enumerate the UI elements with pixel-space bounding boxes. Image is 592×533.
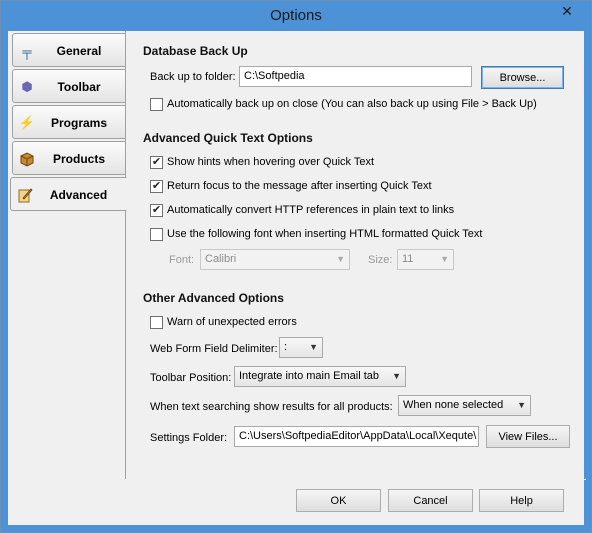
title-bar[interactable]: Options ✕ (1, 1, 591, 31)
use-font-checkbox[interactable]: Use the following font when inserting HT… (150, 226, 482, 242)
tab-label: Products (52, 152, 105, 166)
section-title-quicktext: Advanced Quick Text Options (143, 131, 313, 145)
size-select[interactable]: 11 ▼ (397, 249, 454, 270)
toolbar-position-value: Integrate into main Email tab (239, 370, 380, 382)
delimiter-select[interactable]: : ▼ (279, 337, 323, 358)
search-results-label: When text searching show results for all… (150, 401, 393, 413)
settings-folder-label: Settings Folder: (150, 432, 228, 444)
tab-advanced[interactable]: Advanced (10, 177, 127, 211)
general-settings-icon: ╤ (22, 43, 32, 59)
auto-convert-checkbox[interactable]: ✔ Automatically convert HTTP references … (150, 202, 454, 218)
show-hints-checkbox[interactable]: ✔ Show hints when hovering over Quick Te… (150, 154, 374, 170)
lightning-icon: ⚡ (18, 115, 36, 130)
checkbox-box[interactable] (150, 315, 163, 329)
delimiter-label: Web Form Field Delimiter: (150, 343, 278, 355)
toolbar-position-select[interactable]: Integrate into main Email tab ▼ (234, 366, 406, 387)
font-label: Font: (169, 254, 195, 266)
toolbar-icon: ⬢ (21, 79, 33, 94)
section-title-other: Other Advanced Options (143, 291, 284, 305)
backup-folder-label: Back up to folder: (150, 71, 236, 83)
chevron-down-icon: ▼ (440, 254, 449, 264)
window-title: Options (270, 7, 322, 24)
sidebar: ╤ General ⬢ Toolbar ⚡ Programs Products … (8, 31, 127, 479)
tab-programs[interactable]: ⚡ Programs (12, 105, 126, 139)
box-icon (18, 150, 36, 168)
chevron-down-icon: ▼ (392, 371, 401, 381)
backup-folder-input[interactable]: C:\Softpedia (239, 66, 472, 87)
tab-label: Advanced (49, 188, 108, 202)
font-select-value: Calibri (205, 253, 237, 265)
tab-label: Toolbar (57, 80, 101, 94)
use-font-label: Use the following font when inserting HT… (167, 228, 483, 240)
chevron-down-icon: ▼ (309, 342, 318, 352)
close-icon[interactable]: ✕ (549, 1, 585, 22)
browse-button[interactable]: Browse... (481, 66, 564, 89)
checkbox-box-checked[interactable]: ✔ (150, 155, 163, 169)
cancel-button[interactable]: Cancel (388, 489, 473, 512)
checkbox-box[interactable] (150, 97, 163, 111)
options-window: Options ✕ ╤ General ⬢ Toolbar ⚡ Programs… (0, 0, 592, 533)
search-results-select[interactable]: When none selected ▼ (398, 395, 531, 416)
section-title-backup: Database Back Up (143, 44, 248, 58)
auto-convert-label: Automatically convert HTTP references in… (167, 204, 455, 216)
tab-toolbar[interactable]: ⬢ Toolbar (12, 69, 126, 103)
tab-products[interactable]: Products (12, 141, 126, 175)
tab-label: Programs (50, 116, 108, 130)
ok-button[interactable]: OK (296, 489, 381, 512)
return-focus-label: Return focus to the message after insert… (167, 180, 432, 192)
divider (8, 479, 586, 480)
help-button[interactable]: Help (479, 489, 564, 512)
checkbox-box-checked[interactable]: ✔ (150, 179, 163, 193)
delimiter-select-value: : (284, 341, 288, 353)
warn-errors-label: Warn of unexpected errors (167, 316, 297, 328)
tab-label: General (56, 44, 102, 58)
advanced-options-panel: Database Back Up Back up to folder: C:\S… (127, 31, 586, 479)
search-results-value: When none selected (403, 399, 504, 411)
auto-backup-label: Automatically back up on close (You can … (167, 98, 537, 110)
size-select-value: 11 (402, 253, 414, 265)
return-focus-checkbox[interactable]: ✔ Return focus to the message after inse… (150, 178, 432, 194)
warn-errors-checkbox[interactable]: Warn of unexpected errors (150, 314, 297, 330)
pencil-notebook-icon (16, 186, 34, 204)
chevron-down-icon: ▼ (517, 400, 526, 410)
checkbox-box[interactable] (150, 227, 163, 241)
chevron-down-icon: ▼ (336, 254, 345, 264)
settings-folder-input[interactable]: C:\Users\SoftpediaEditor\AppData\Local\X… (234, 426, 479, 447)
checkbox-box-checked[interactable]: ✔ (150, 203, 163, 217)
show-hints-label: Show hints when hovering over Quick Text (167, 156, 375, 168)
view-files-button[interactable]: View Files... (486, 425, 570, 448)
size-label: Size: (368, 254, 393, 266)
auto-backup-checkbox[interactable]: Automatically back up on close (You can … (150, 96, 537, 112)
toolbar-position-label: Toolbar Position: (150, 372, 232, 384)
window-frame-bottom (1, 525, 591, 532)
tab-general[interactable]: ╤ General (12, 33, 126, 67)
window-frame-left (1, 31, 8, 532)
font-select[interactable]: Calibri ▼ (200, 249, 350, 270)
